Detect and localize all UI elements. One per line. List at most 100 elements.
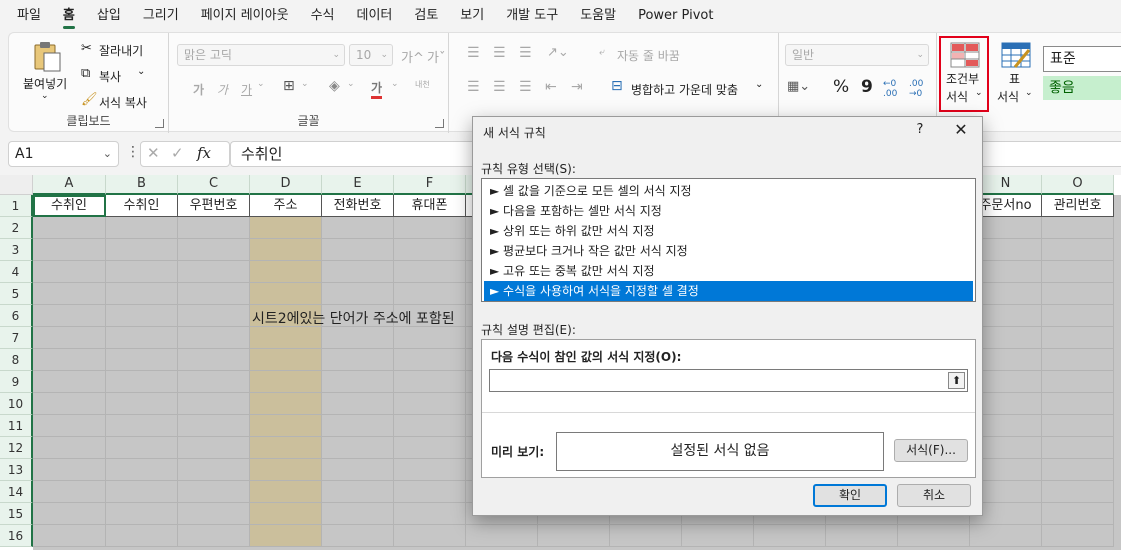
increase-decimal-button[interactable]: ←0 .00	[883, 79, 905, 99]
align-center-icon[interactable]: ☰	[493, 79, 506, 95]
cell[interactable]	[106, 525, 178, 547]
cell[interactable]	[250, 481, 322, 503]
row-header[interactable]: 6	[0, 305, 33, 327]
cell[interactable]	[250, 261, 322, 283]
cell[interactable]	[394, 283, 466, 305]
copy-button[interactable]: ⧉ 복사 ⌄	[81, 65, 165, 85]
cell[interactable]	[178, 393, 250, 415]
cell[interactable]	[250, 239, 322, 261]
cell[interactable]	[322, 217, 394, 239]
menu-item[interactable]: 보기	[449, 0, 495, 32]
cell[interactable]	[106, 217, 178, 239]
cell[interactable]	[394, 503, 466, 525]
cell[interactable]	[322, 503, 394, 525]
cell[interactable]	[394, 371, 466, 393]
rule-type-item[interactable]: ► 셀 값을 기준으로 모든 셀의 서식 지정	[484, 181, 973, 201]
cell[interactable]	[178, 371, 250, 393]
align-left-icon[interactable]: ☰	[467, 79, 480, 95]
cell[interactable]	[322, 481, 394, 503]
column-header[interactable]: F	[394, 175, 466, 195]
cell[interactable]	[1042, 349, 1114, 371]
cell[interactable]	[33, 349, 106, 371]
enter-icon[interactable]: ✓	[171, 144, 184, 162]
rule-type-item[interactable]: ► 고유 또는 중복 값만 서식 지정	[484, 261, 973, 281]
name-box[interactable]: A1 ⌄	[8, 141, 119, 167]
cell[interactable]	[1042, 239, 1114, 261]
menu-item[interactable]: 파일	[6, 0, 52, 32]
decrease-decimal-button[interactable]: .00 →0	[909, 79, 931, 99]
cell[interactable]	[33, 437, 106, 459]
cell[interactable]	[322, 437, 394, 459]
header-cell[interactable]: 우편번호	[178, 195, 250, 217]
cell[interactable]	[394, 393, 466, 415]
cell[interactable]	[33, 239, 106, 261]
accounting-icon[interactable]: ▦⌄	[787, 79, 810, 94]
cell[interactable]	[250, 503, 322, 525]
percent-button[interactable]: %	[833, 77, 849, 97]
menu-item[interactable]: Power Pivot	[627, 0, 724, 32]
cell[interactable]	[394, 239, 466, 261]
font-color-button[interactable]: 가	[371, 79, 383, 99]
header-cell[interactable]: 수취인	[106, 195, 178, 217]
menu-item[interactable]: 수식	[300, 0, 346, 32]
cell[interactable]	[250, 217, 322, 239]
cell[interactable]	[178, 349, 250, 371]
cell[interactable]	[178, 261, 250, 283]
cell[interactable]	[250, 283, 322, 305]
row-header[interactable]: 14	[0, 481, 33, 503]
cell[interactable]	[322, 239, 394, 261]
cell[interactable]	[33, 283, 106, 305]
paste-button[interactable]: 붙여넣기 ⌄	[19, 41, 71, 111]
cell[interactable]	[106, 283, 178, 305]
cell[interactable]	[322, 415, 394, 437]
align-right-icon[interactable]: ☰	[519, 79, 532, 95]
cell[interactable]	[1042, 415, 1114, 437]
menu-item[interactable]: 삽입	[86, 0, 132, 32]
cell[interactable]	[394, 437, 466, 459]
cell[interactable]	[1042, 327, 1114, 349]
font-name-combo[interactable]: 맑은 고딕 ⌄	[177, 44, 345, 66]
cell[interactable]	[250, 415, 322, 437]
row-header[interactable]: 5	[0, 283, 33, 305]
rule-type-item[interactable]: ► 수식을 사용하여 서식을 지정할 셀 결정	[484, 281, 973, 301]
cell[interactable]	[1042, 371, 1114, 393]
cell-style-normal[interactable]: 표준	[1043, 46, 1121, 72]
cell[interactable]	[178, 415, 250, 437]
cell-style-good[interactable]: 좋음	[1043, 76, 1121, 100]
cell[interactable]	[178, 327, 250, 349]
row-header[interactable]: 16	[0, 525, 33, 547]
row-header[interactable]: 9	[0, 371, 33, 393]
row-header[interactable]: 1	[0, 195, 33, 217]
cell[interactable]	[538, 525, 610, 547]
cell[interactable]	[106, 371, 178, 393]
header-cell[interactable]: 주소	[250, 195, 322, 217]
comma-button[interactable]: 9	[861, 77, 873, 97]
cell[interactable]	[394, 415, 466, 437]
cancel-button[interactable]: 취소	[897, 484, 971, 507]
cell[interactable]	[178, 239, 250, 261]
cell[interactable]	[394, 327, 466, 349]
cell[interactable]	[106, 261, 178, 283]
rule-type-list[interactable]: ► 셀 값을 기준으로 모든 셀의 서식 지정 ► 다음을 포함하는 셀만 서식 …	[481, 178, 976, 302]
conditional-formatting-button[interactable]: 조건부 서식 ⌄	[939, 36, 989, 112]
rule-type-item[interactable]: ► 다음을 포함하는 셀만 서식 지정	[484, 201, 973, 221]
cell[interactable]	[466, 525, 538, 547]
cell[interactable]	[106, 349, 178, 371]
cell[interactable]	[322, 349, 394, 371]
shrink-font-button[interactable]: 가ˇ	[427, 47, 445, 66]
header-cell[interactable]: 관리번호	[1042, 195, 1114, 217]
rule-type-item[interactable]: ► 평균보다 크거나 작은 값만 서식 지정	[484, 241, 973, 261]
cell[interactable]	[33, 327, 106, 349]
row-header[interactable]: 11	[0, 415, 33, 437]
column-header[interactable]: C	[178, 175, 250, 195]
cell[interactable]	[33, 217, 106, 239]
cell[interactable]	[322, 459, 394, 481]
cell[interactable]	[106, 393, 178, 415]
phonetic-button[interactable]: 내천	[415, 79, 430, 90]
bold-button[interactable]: 가	[193, 81, 204, 98]
cell[interactable]	[1042, 217, 1114, 239]
menu-item[interactable]: 데이터	[345, 0, 403, 32]
cell[interactable]	[250, 437, 322, 459]
ok-button[interactable]: 확인	[813, 484, 887, 507]
cell[interactable]	[898, 525, 970, 547]
